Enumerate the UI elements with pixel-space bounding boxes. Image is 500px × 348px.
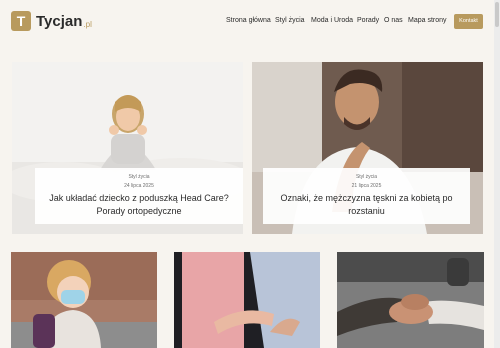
featured-article-card[interactable]: Styl życia 24 lipca 2025 Jak układać dzi… (12, 62, 243, 234)
logo-badge: T (11, 11, 31, 31)
main-nav: Strona główna Styl życia Moda i Uroda Po… (226, 17, 448, 24)
page-scrollbar[interactable] (494, 0, 500, 348)
article-card[interactable] (11, 252, 157, 348)
article-category[interactable]: Styl życia (35, 174, 243, 180)
article-date: 21 lipca 2025 (351, 183, 382, 189)
article-title[interactable]: Oznaki, że mężczyzna tęskni za kobietą p… (263, 192, 470, 218)
featured-article-overlay: Styl życia 24 lipca 2025 Jak układać dzi… (35, 168, 243, 224)
child-with-mask-image (11, 252, 157, 348)
holding-hands-table-image (337, 252, 484, 348)
logo-tld: .pl (83, 19, 92, 29)
nav-sitemap[interactable]: Mapa strony (408, 17, 448, 24)
article-category[interactable]: Styl życia (263, 174, 470, 180)
nav-lifestyle[interactable]: Styl życia (275, 17, 311, 24)
article-title[interactable]: Jak układać dziecko z poduszką Head Care… (35, 192, 243, 218)
article-date: 24 lipca 2025 (124, 183, 154, 189)
featured-article-overlay: Styl życia 21 lipca 2025 Oznaki, że mężc… (263, 168, 470, 224)
logo-name: Tycjan (36, 12, 83, 30)
nav-home[interactable]: Strona główna (226, 17, 275, 24)
nav-about[interactable]: O nas (384, 17, 408, 24)
couple-holding-hands-image (174, 252, 320, 348)
article-card[interactable] (337, 252, 484, 348)
scrollbar-thumb[interactable] (495, 2, 499, 27)
contact-button[interactable]: Kontakt (454, 14, 483, 29)
nav-fashion-beauty[interactable]: Moda i Uroda (311, 17, 357, 24)
site-header: T Tycjan .pl Strona główna Styl życia Mo… (0, 0, 500, 45)
featured-article-card[interactable]: Styl życia 21 lipca 2025 Oznaki, że mężc… (252, 62, 483, 234)
article-card[interactable] (174, 252, 320, 348)
nav-tips[interactable]: Porady (357, 17, 384, 24)
site-logo[interactable]: T Tycjan .pl (11, 11, 92, 31)
